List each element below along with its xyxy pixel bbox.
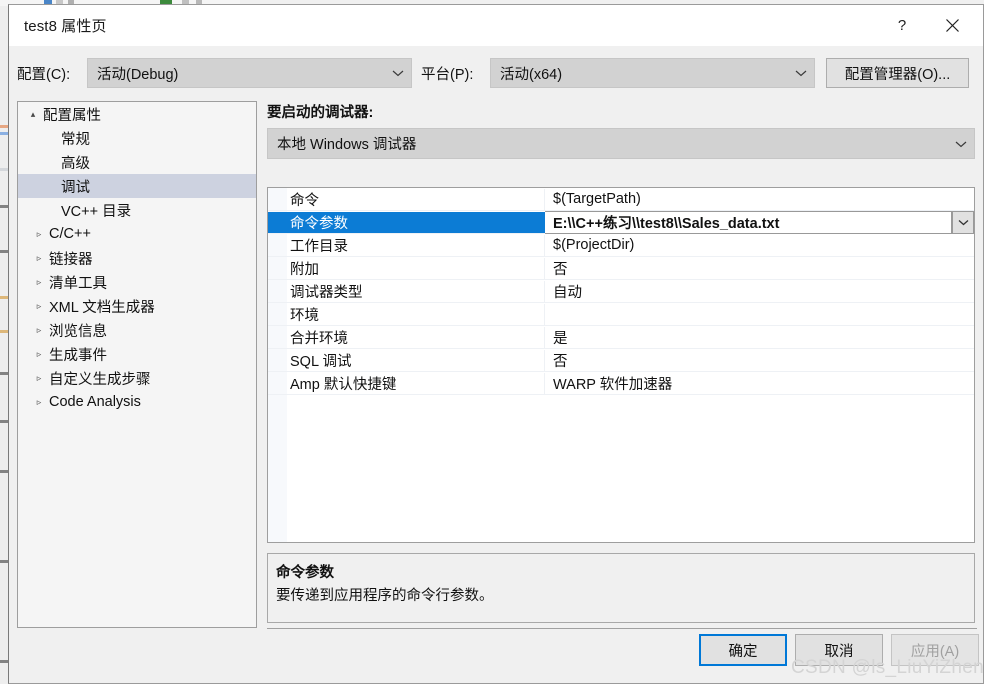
tree-item-label: 浏览信息 xyxy=(49,323,107,340)
configuration-label: 配置(C): xyxy=(17,67,71,83)
triangle-right-icon[interactable]: ▹ xyxy=(32,277,46,287)
tree-item-1[interactable]: 常规 xyxy=(18,126,256,150)
dialog-title-bar: test8 属性页 ? xyxy=(9,5,983,46)
property-row[interactable]: 环境 xyxy=(268,303,974,326)
property-row[interactable]: 调试器类型 自动 xyxy=(268,280,974,303)
page-title: test8 属性页 xyxy=(24,18,107,35)
property-name: 合并环境 xyxy=(268,326,545,348)
property-value: $(ProjectDir) xyxy=(553,237,635,253)
property-row[interactable]: Amp 默认快捷键 WARP 软件加速器 xyxy=(268,372,974,395)
property-name: SQL 调试 xyxy=(268,349,545,371)
tree-item-4[interactable]: VC++ 目录 xyxy=(18,198,256,222)
property-value: 否 xyxy=(553,261,568,278)
property-row[interactable]: 合并环境是 xyxy=(268,326,974,349)
chevron-down-icon xyxy=(948,140,974,148)
footer-divider xyxy=(267,628,977,629)
property-row[interactable]: 命令参数 E:\\C++练习\\test8\\Sales_data.txt xyxy=(268,210,974,234)
property-row[interactable]: 工作目录 $(ProjectDir) xyxy=(268,234,974,257)
triangle-right-icon[interactable]: ▹ xyxy=(32,349,46,359)
property-value: WARP 软件加速器 xyxy=(553,376,673,393)
platform-label: 平台(P): xyxy=(421,67,474,83)
tree-item-7[interactable]: ▹ 清单工具 xyxy=(18,270,256,294)
property-name: 调试器类型 xyxy=(268,280,545,302)
tree-item-label: 生成事件 xyxy=(49,347,107,364)
description-title: 命令参数 xyxy=(276,565,334,581)
tree-item-label: 自定义生成步骤 xyxy=(49,371,151,388)
ok-button[interactable]: 确定 xyxy=(699,634,787,666)
tree-item-11[interactable]: ▹ 自定义生成步骤 xyxy=(18,366,256,390)
platform-value: 活动(x64) xyxy=(500,66,563,83)
property-row[interactable]: 命令 $(TargetPath) xyxy=(268,188,974,211)
tree-item-label: Code Analysis xyxy=(49,394,141,410)
configuration-dropdown[interactable]: 活动(Debug) xyxy=(87,58,412,88)
tree-item-label: 高级 xyxy=(61,155,90,172)
property-name: Amp 默认快捷键 xyxy=(268,372,545,394)
tree-item-12[interactable]: ▹ Code Analysis xyxy=(18,390,256,414)
debug-settings-panel: 要启动的调试器: 本地 Windows 调试器 命令 $(TargetPath) 命… xyxy=(265,101,977,628)
tree-item-label: 配置属性 xyxy=(43,107,101,124)
property-value-editor[interactable]: E:\\C++练习\\test8\\Sales_data.txt xyxy=(545,210,952,234)
triangle-right-icon[interactable]: ▹ xyxy=(32,253,46,263)
configuration-toolbar: 配置(C): 活动(Debug) 平台(P): 活动(x64) 配置管理器(O)… xyxy=(9,46,983,101)
apply-button: 应用(A) xyxy=(891,634,979,666)
cancel-button[interactable]: 取消 xyxy=(795,634,883,666)
configuration-manager-button[interactable]: 配置管理器(O)... xyxy=(826,58,969,88)
description-body: 要传递到应用程序的命令行参数。 xyxy=(276,588,494,604)
triangle-right-icon[interactable]: ▹ xyxy=(32,373,46,383)
debugger-to-launch-value: 本地 Windows 调试器 xyxy=(277,137,417,153)
tree-item-5[interactable]: ▹ C/C++ xyxy=(18,222,256,246)
platform-dropdown[interactable]: 活动(x64) xyxy=(490,58,815,88)
tree-item-2[interactable]: 高级 xyxy=(18,150,256,174)
tree-item-label: 链接器 xyxy=(49,251,93,268)
property-row[interactable]: 附加否 xyxy=(268,257,974,280)
triangle-down-icon[interactable]: ▴ xyxy=(26,109,40,119)
tree-item-3[interactable]: 调试 xyxy=(18,174,256,198)
triangle-right-icon[interactable]: ▹ xyxy=(32,301,46,311)
property-description-pane: 命令参数 要传递到应用程序的命令行参数。 xyxy=(267,553,975,623)
tree-item-6[interactable]: ▹ 链接器 xyxy=(18,246,256,270)
chevron-down-icon[interactable] xyxy=(952,211,974,234)
property-value: $(TargetPath) xyxy=(553,191,641,207)
tree-item-label: VC++ 目录 xyxy=(61,203,132,220)
chevron-down-icon xyxy=(385,69,411,77)
configuration-tree[interactable]: ▴ 配置属性 常规 高级 调试 VC++ 目录 ▹ C/C++ ▹ 链接器 ▹ 清单工具 ▹ XML 文档… xyxy=(17,101,257,628)
tree-item-label: C/C++ xyxy=(49,226,91,242)
property-value: 否 xyxy=(553,353,568,370)
property-name: 附加 xyxy=(268,257,545,279)
property-name: 命令参数 xyxy=(268,211,545,233)
property-name: 工作目录 xyxy=(268,234,545,256)
configuration-value: 活动(Debug) xyxy=(97,66,179,83)
tree-item-label: 常规 xyxy=(61,131,90,148)
triangle-right-icon[interactable]: ▹ xyxy=(32,325,46,335)
tree-item-label: XML 文档生成器 xyxy=(49,299,155,316)
tree-item-10[interactable]: ▹ 生成事件 xyxy=(18,342,256,366)
debugger-to-launch-dropdown[interactable]: 本地 Windows 调试器 xyxy=(267,128,975,159)
tree-item-9[interactable]: ▹ 浏览信息 xyxy=(18,318,256,342)
property-pages-dialog: test8 属性页 ? 配置(C): 活动(Debug) 平台(P): 活动(x… xyxy=(8,4,984,684)
help-icon[interactable]: ? xyxy=(879,5,925,46)
property-row[interactable]: SQL 调试否 xyxy=(268,349,974,372)
property-value: 自动 xyxy=(553,284,582,301)
tree-item-0[interactable]: ▴ 配置属性 xyxy=(18,102,256,126)
debugger-to-launch-label: 要启动的调试器: xyxy=(267,105,374,121)
tree-item-label: 清单工具 xyxy=(49,275,107,292)
property-name: 环境 xyxy=(268,303,545,325)
tree-item-8[interactable]: ▹ XML 文档生成器 xyxy=(18,294,256,318)
tree-item-label: 调试 xyxy=(61,179,90,196)
property-name: 命令 xyxy=(268,188,545,210)
close-icon[interactable] xyxy=(929,5,975,46)
triangle-right-icon[interactable]: ▹ xyxy=(32,229,46,239)
property-value: 是 xyxy=(553,330,568,347)
property-grid[interactable]: 命令 $(TargetPath) 命令参数 E:\\C++练习\\test8\\Sal… xyxy=(267,187,975,543)
chevron-down-icon xyxy=(788,69,814,77)
triangle-right-icon[interactable]: ▹ xyxy=(32,397,46,407)
